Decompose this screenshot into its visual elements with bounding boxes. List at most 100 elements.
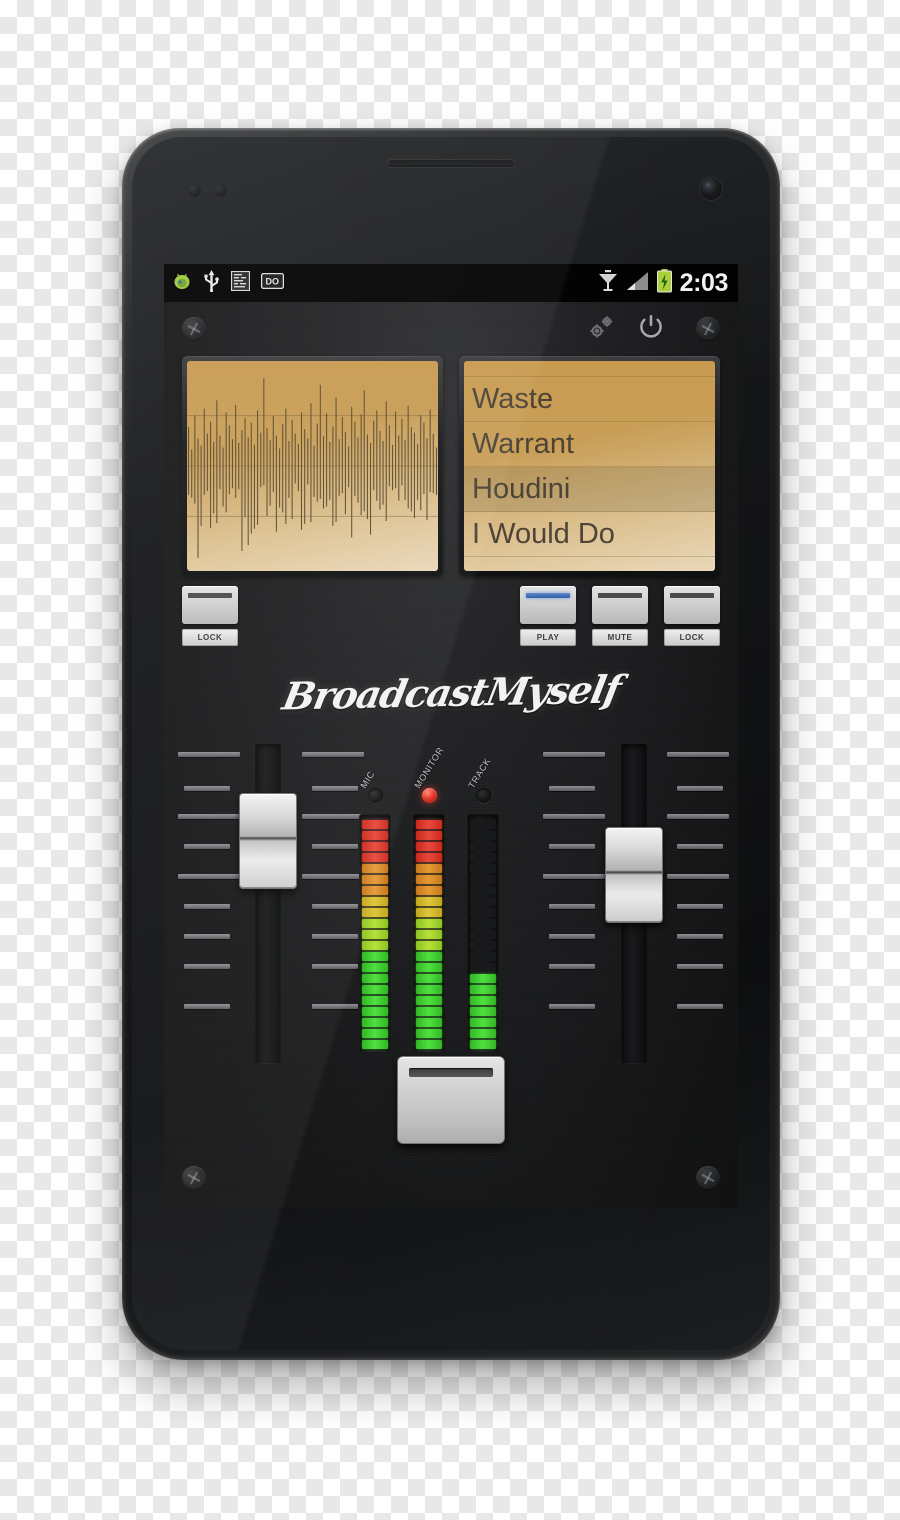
meter-segment <box>361 1007 388 1016</box>
meter-segment <box>469 985 496 994</box>
meter-segment <box>415 985 442 994</box>
meter-segment <box>361 985 388 994</box>
app-logo-text: BroadcastMyself <box>278 665 624 719</box>
fader-tick <box>184 1004 230 1009</box>
vu-meter-bars <box>358 814 544 1052</box>
meter-segment <box>415 963 442 972</box>
button-indicator-bar <box>188 593 232 598</box>
mute-button-cap[interactable] <box>592 586 648 624</box>
fader-left[interactable] <box>178 734 364 1064</box>
lock-right-button-label: LOCK <box>679 633 705 642</box>
meter-segment <box>415 842 442 851</box>
lock-right-button-cap[interactable] <box>664 586 720 624</box>
meter-segment <box>415 1018 442 1027</box>
gears-icon[interactable] <box>586 313 616 346</box>
meter-segment <box>415 941 442 950</box>
meter-segment <box>415 919 442 928</box>
status-icons-right: 2:03 <box>598 268 732 298</box>
meter-segment <box>361 820 388 829</box>
meter-label-mic: MIC <box>358 769 377 790</box>
screw-decoration-bottom-left <box>182 1166 206 1190</box>
fader-tick <box>312 844 358 849</box>
meter-segment <box>361 853 388 862</box>
playlist-display[interactable]: Waste Warrant Houdini I Would Do <box>459 356 720 576</box>
fader-tick <box>549 844 596 849</box>
meter-segment <box>361 930 388 939</box>
led-monitor[interactable] <box>421 788 437 803</box>
fader-right-knob[interactable] <box>604 826 663 923</box>
play-button-cap[interactable] <box>520 586 576 624</box>
meter-segment <box>469 996 496 1005</box>
lock-left-button-cap[interactable] <box>182 586 238 624</box>
meter-segment <box>361 1029 388 1038</box>
playlist[interactable]: Waste Warrant Houdini I Would Do <box>464 361 715 571</box>
playlist-screen: Waste Warrant Houdini I Would Do <box>464 361 715 571</box>
fader-tick <box>178 814 240 819</box>
waveform-display[interactable] <box>182 356 443 576</box>
list-item-partial[interactable] <box>464 363 715 377</box>
meter-segment <box>469 1007 496 1016</box>
fader-tick <box>677 844 724 849</box>
meter-segment <box>361 963 388 972</box>
play-button-label: PLAY <box>536 633 560 642</box>
meter-monitor <box>412 814 445 1052</box>
led-track[interactable] <box>475 788 491 803</box>
meter-segment <box>415 853 442 862</box>
mute-button[interactable]: MUTE <box>592 586 648 646</box>
lock-left-button[interactable]: LOCK <box>182 586 238 646</box>
mute-button-label: MUTE <box>607 633 633 642</box>
meter-label-monitor: MONITOR <box>412 745 446 790</box>
fader-tick <box>302 874 364 879</box>
led-mic[interactable] <box>367 788 383 803</box>
mixer-panel: MIC MONITOR TRACK <box>164 726 738 1156</box>
fader-tick <box>184 934 230 939</box>
meter-segment <box>415 930 442 939</box>
fader-left-track[interactable] <box>255 744 282 1064</box>
fader-tick <box>184 964 230 969</box>
lock-right-button[interactable]: LOCK <box>664 586 720 646</box>
meter-segment <box>361 842 388 851</box>
hardware-buttons-row: LOCK PLAY MUTE LOCK <box>164 576 738 658</box>
fader-tick <box>677 786 724 791</box>
vu-meter-labels: MIC MONITOR TRACK <box>358 736 544 790</box>
fader-tick <box>184 844 230 849</box>
light-sensor-icon <box>214 184 227 197</box>
fader-tick <box>549 786 596 791</box>
meter-segment <box>469 1029 496 1038</box>
meter-segment <box>469 1040 496 1049</box>
fader-tick <box>549 904 596 909</box>
meter-segment <box>361 974 388 983</box>
fader-left-knob[interactable] <box>239 793 298 890</box>
meter-segment <box>415 886 442 895</box>
button-indicator-bar <box>670 593 714 598</box>
fader-tick <box>667 814 730 819</box>
smartphone-device: DO 2:03 Waste Warrant Houdini I Would Do… <box>122 128 780 1360</box>
fader-tick <box>302 814 364 819</box>
meter-segment <box>361 1018 388 1027</box>
main-action-button-slot <box>409 1068 493 1077</box>
wifi-icon <box>598 269 618 297</box>
cell-signal-icon <box>625 271 649 296</box>
broadcast-app: Waste Warrant Houdini I Would Do LOCK PLAY <box>164 302 738 1208</box>
meter-label-track: TRACK <box>466 756 493 790</box>
fader-right[interactable] <box>543 734 730 1064</box>
meter-segment <box>361 875 388 884</box>
list-item[interactable]: I Would Do <box>464 512 715 557</box>
lock-left-button-plate: LOCK <box>182 629 238 646</box>
power-icon[interactable] <box>636 312 666 347</box>
svg-text:DO: DO <box>266 276 280 286</box>
play-button[interactable]: PLAY <box>520 586 576 646</box>
app-top-controls <box>586 312 738 347</box>
meter-segment <box>361 908 388 917</box>
list-item[interactable]: Waste <box>464 377 715 422</box>
fader-tick <box>312 904 358 909</box>
meter-mic <box>358 814 391 1052</box>
list-item[interactable]: Houdini <box>464 467 715 512</box>
fader-tick <box>178 874 240 879</box>
fader-tick <box>184 786 230 791</box>
main-action-button[interactable] <box>397 1056 505 1144</box>
list-item[interactable]: Warrant <box>464 422 715 467</box>
meter-segment <box>469 919 496 928</box>
meter-segment <box>415 996 442 1005</box>
meter-segment <box>415 864 442 873</box>
